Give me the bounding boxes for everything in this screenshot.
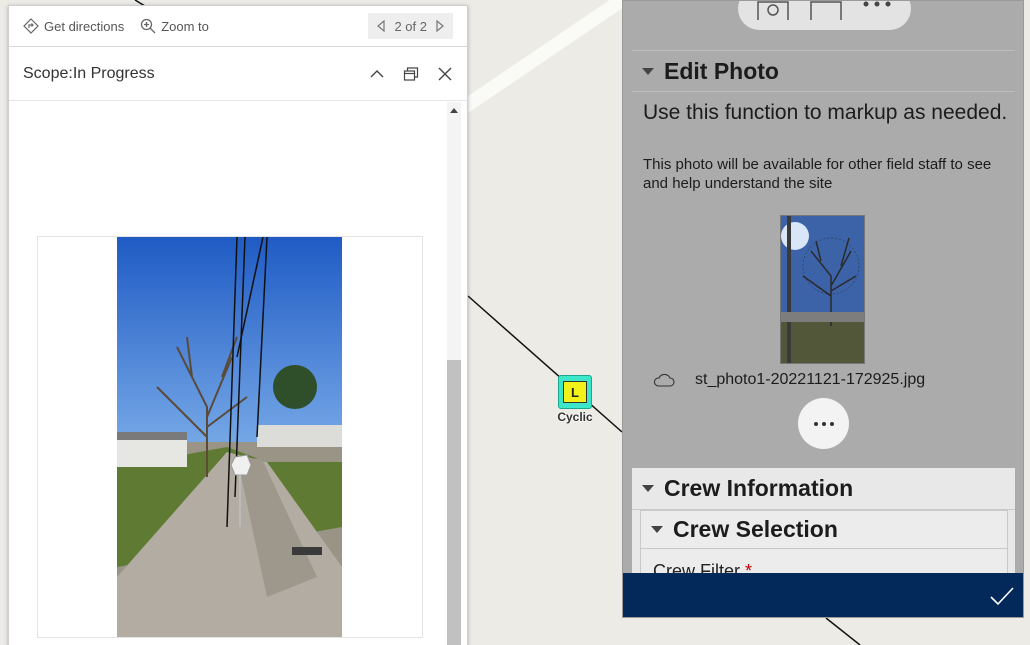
map-feature-marker[interactable]: L <box>558 375 592 409</box>
popup-header: Scope:In Progress <box>9 47 467 101</box>
collapse-icon[interactable] <box>369 66 385 82</box>
zoom-in-icon <box>141 18 156 34</box>
crew-selection-title: Crew Selection <box>673 516 838 542</box>
scroll-thumb[interactable] <box>447 360 461 645</box>
street-photo-image <box>117 237 342 637</box>
crew-information-title: Crew Information <box>664 475 854 501</box>
zoom-to-label: Zoom to <box>161 18 209 34</box>
ellipsis-icon <box>813 421 818 426</box>
form-footer <box>623 573 1023 617</box>
popup-scrollbar[interactable] <box>447 102 461 645</box>
attachment-options-button[interactable] <box>798 398 849 449</box>
popup-title: Scope:In Progress <box>23 64 155 82</box>
next-icon[interactable] <box>435 20 445 32</box>
expand-caret-icon <box>642 67 654 75</box>
zoom-to-button[interactable]: Zoom to <box>140 18 209 34</box>
attachment-filename: st_photo1-20221121-172925.jpg <box>695 371 926 388</box>
edit-photo-title: Edit Photo <box>664 57 779 84</box>
feature-pager: 2 of 2 <box>368 13 453 39</box>
photo-thumbnail[interactable] <box>780 215 865 364</box>
tree-photo-image <box>781 216 864 363</box>
submit-check-icon[interactable] <box>989 585 1015 607</box>
image-icon[interactable] <box>810 0 842 20</box>
popup-content <box>9 102 454 645</box>
close-icon[interactable] <box>437 66 453 82</box>
marker-letter: L <box>563 381 587 403</box>
previous-icon[interactable] <box>376 20 386 32</box>
directions-label: Get directions <box>44 18 125 34</box>
attachment-photo[interactable] <box>117 237 342 637</box>
cloud-icon <box>653 373 675 387</box>
camera-icon[interactable] <box>756 0 790 20</box>
feature-popup: Get directions Zoom to 2 of 2 Scope:In P… <box>8 5 468 645</box>
crew-selection-header[interactable]: Crew Selection <box>641 511 1007 549</box>
popup-toolbar: Get directions Zoom to 2 of 2 <box>9 6 467 47</box>
edit-form-panel: Edit Photo Use this function to markup a… <box>622 0 1024 618</box>
crew-information-header[interactable]: Crew Information <box>632 468 1015 510</box>
expand-caret-icon <box>651 526 663 533</box>
crew-selection-group: Crew Selection Crew Filter * <box>640 510 1008 581</box>
directions-icon <box>23 18 39 34</box>
photo-actions-toolbar <box>738 0 911 30</box>
crew-information-section: Crew Information Crew Selection Crew Fil… <box>632 468 1015 581</box>
more-actions-icon[interactable] <box>862 0 892 20</box>
marker-label: Cyclic <box>557 410 593 424</box>
attachment-file-row[interactable]: st_photo1-20221121-172925.jpg <box>653 369 1013 391</box>
edit-photo-section[interactable]: Edit Photo <box>632 50 1015 92</box>
attachment-photo-frame <box>37 236 423 638</box>
scroll-up-icon[interactable] <box>450 108 458 113</box>
get-directions-button[interactable]: Get directions <box>23 18 124 34</box>
edit-photo-description: Use this function to markup as needed. <box>643 101 1008 124</box>
pager-text: 2 of 2 <box>394 18 427 34</box>
expand-caret-icon <box>642 485 654 492</box>
dock-icon[interactable] <box>403 66 419 82</box>
edit-photo-help: This photo will be available for other f… <box>643 156 992 192</box>
